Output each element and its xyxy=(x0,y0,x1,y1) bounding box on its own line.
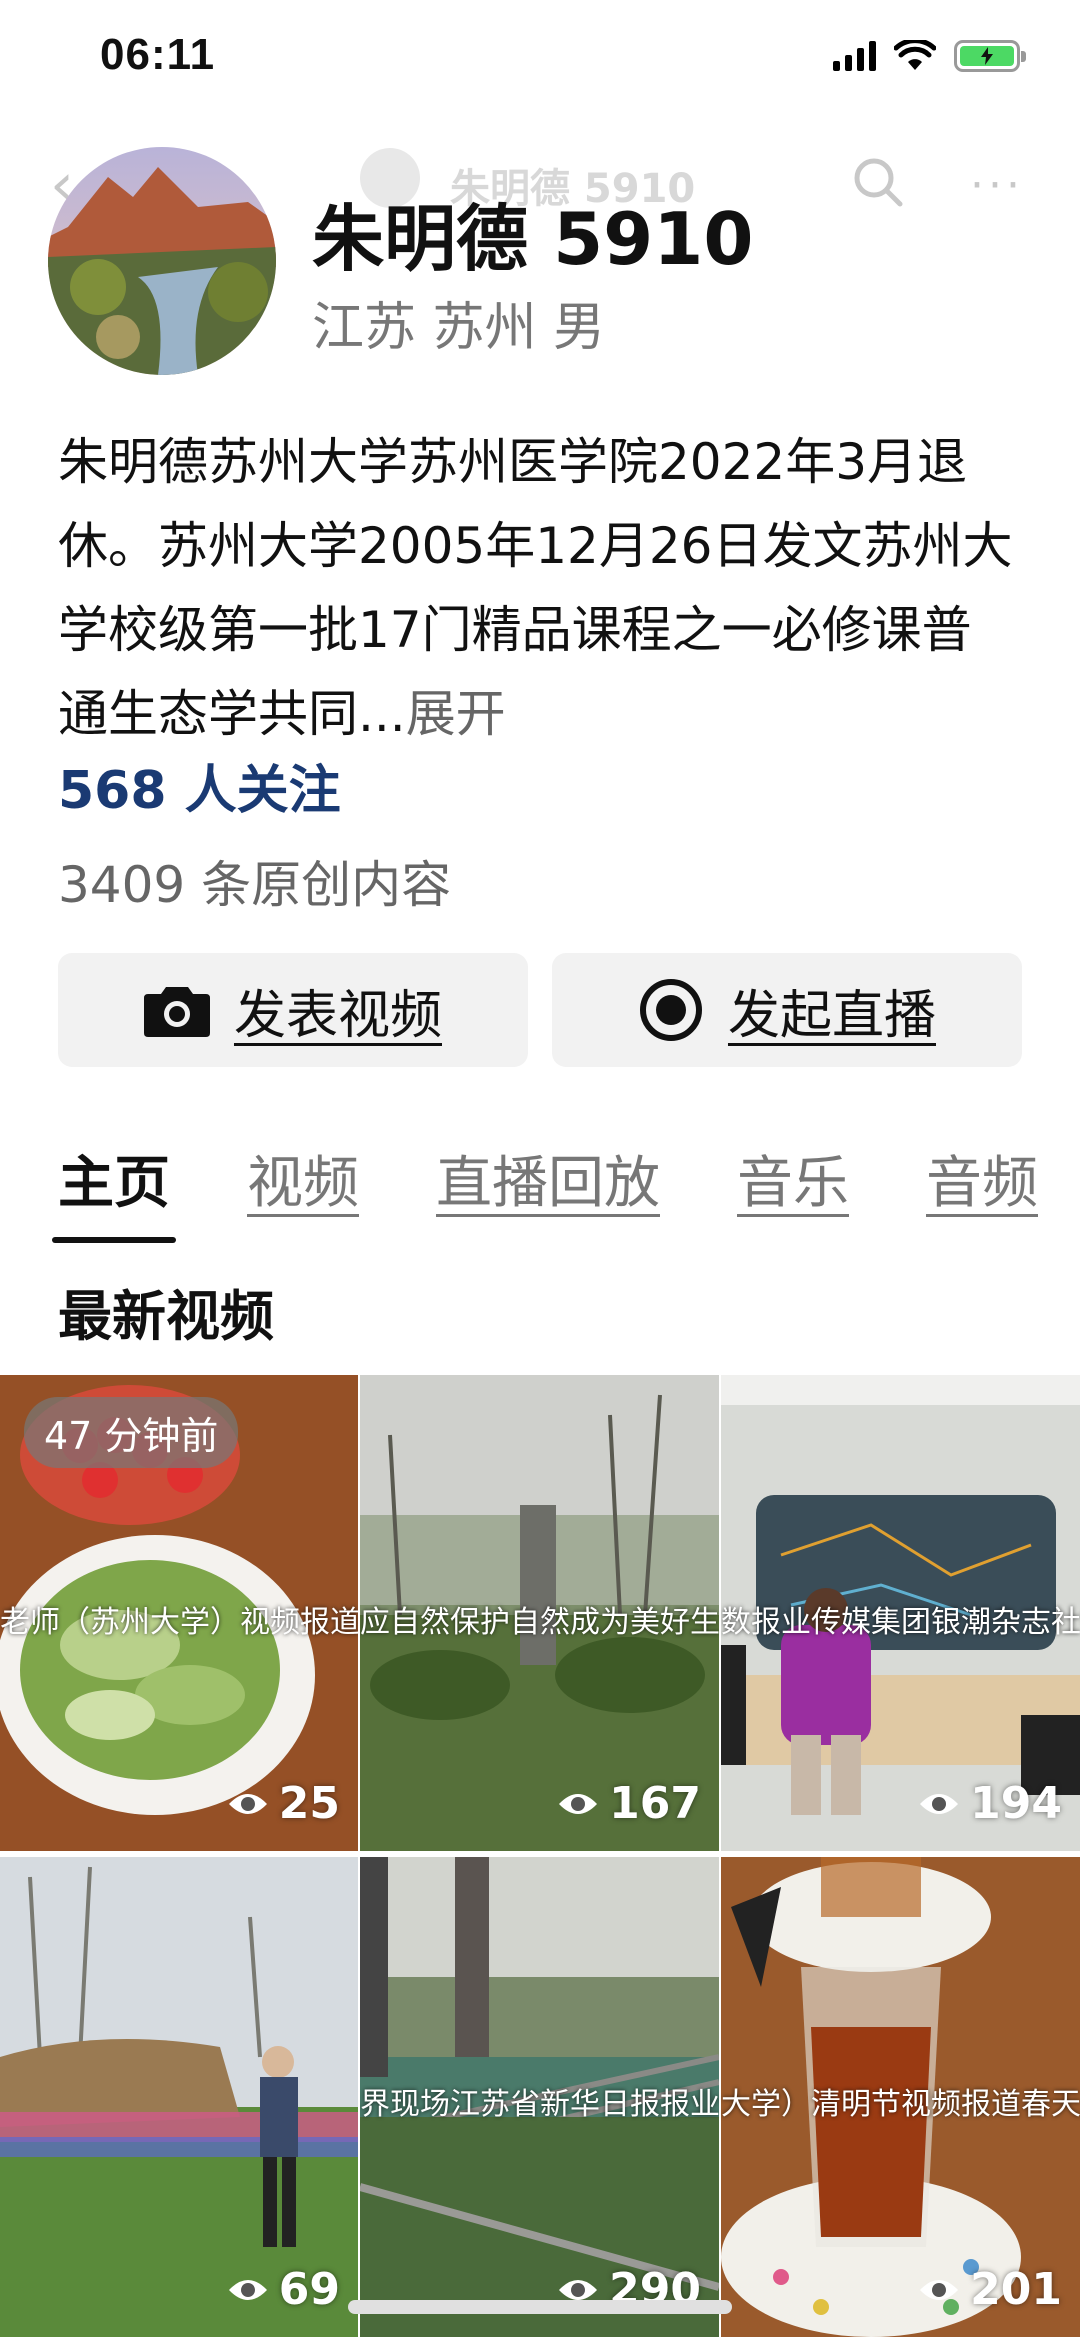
cellular-signal-icon xyxy=(833,41,876,71)
live-record-icon xyxy=(639,979,702,1041)
video-caption: 数报业传媒集团银潮杂志社银发说 xyxy=(721,1605,1080,1640)
eye-icon xyxy=(559,1793,598,1814)
eye-icon xyxy=(920,1793,959,1814)
view-count-value: 69 xyxy=(278,2264,340,2315)
eye-icon xyxy=(228,2279,267,2300)
view-count-value: 25 xyxy=(278,1778,340,1829)
bio-text: 朱明德苏州大学苏州医学院2022年3月退休。苏州大学2005年12月26日发文苏… xyxy=(58,433,1013,743)
video-tile[interactable]: 数报业传媒集团银潮杂志社银发说 194 xyxy=(721,1375,1080,1851)
eye-icon xyxy=(920,2279,959,2300)
profile-tabs: 主页 视频 直播回放 音乐 音频 xyxy=(52,1138,1038,1243)
view-count: 194 xyxy=(918,1778,1062,1829)
profile-name: 朱明德 5910 xyxy=(312,197,754,281)
view-count: 201 xyxy=(918,2264,1062,2315)
view-count-value: 167 xyxy=(609,1778,701,1829)
original-content-count: 3409 条原创内容 xyxy=(58,856,452,914)
tab-audio[interactable]: 音频 xyxy=(926,1138,1038,1219)
video-caption: 大学）清明节视频报道春天重回 xyxy=(721,2087,1080,2122)
tab-music[interactable]: 音乐 xyxy=(737,1138,849,1219)
video-tile[interactable]: 界现场江苏省新华日报报业传媒 290 xyxy=(360,1857,719,2337)
start-live-button[interactable]: 发起直播 xyxy=(552,953,1022,1067)
video-tile[interactable]: 47 分钟前 老师（苏州大学）视频报道热情 25 xyxy=(0,1375,358,1851)
more-icon[interactable]: ··· xyxy=(970,160,1024,211)
video-tile[interactable]: 69 xyxy=(0,1857,358,2337)
eye-icon xyxy=(228,1793,267,1814)
video-grid: 47 分钟前 老师（苏州大学）视频报道热情 25 应自然保护自然成为美好生活向 … xyxy=(0,1375,1080,2337)
battery-icon xyxy=(954,40,1026,72)
post-video-label: 发表视频 xyxy=(233,985,442,1046)
tab-videos[interactable]: 视频 xyxy=(247,1138,359,1219)
camera-icon xyxy=(143,987,210,1037)
tab-live-replay[interactable]: 直播回放 xyxy=(436,1138,660,1219)
profile-location-gender: 江苏 苏州 男 xyxy=(312,298,606,358)
view-count: 69 xyxy=(227,2264,340,2315)
view-count-value: 194 xyxy=(970,1778,1062,1829)
status-icons xyxy=(833,40,1026,72)
post-video-button[interactable]: 发表视频 xyxy=(58,953,528,1067)
avatar[interactable] xyxy=(48,147,276,375)
tab-home[interactable]: 主页 xyxy=(52,1138,176,1243)
video-caption: 界现场江苏省新华日报报业传媒 xyxy=(360,2087,719,2122)
profile-bio: 朱明德苏州大学苏州医学院2022年3月退休。苏州大学2005年12月26日发文苏… xyxy=(58,420,1018,756)
view-count: 25 xyxy=(227,1778,340,1829)
video-tile[interactable]: 大学）清明节视频报道春天重回 201 xyxy=(721,1857,1080,2337)
status-bar: 06:11 xyxy=(0,0,1080,130)
video-caption: 应自然保护自然成为美好生活向 xyxy=(360,1605,719,1640)
followers-count[interactable]: 568 人关注 xyxy=(58,748,341,823)
video-caption: 老师（苏州大学）视频报道热情 xyxy=(0,1605,358,1640)
search-icon[interactable] xyxy=(850,154,906,210)
view-count: 167 xyxy=(557,1778,701,1829)
status-time: 06:11 xyxy=(100,30,216,79)
bio-expand-link[interactable]: 展开 xyxy=(406,685,506,743)
video-time-badge: 47 分钟前 xyxy=(24,1397,239,1468)
start-live-label: 发起直播 xyxy=(727,985,936,1046)
video-tile[interactable]: 应自然保护自然成为美好生活向 167 xyxy=(360,1375,719,1851)
home-indicator[interactable] xyxy=(348,2300,732,2314)
view-count-value: 201 xyxy=(970,2264,1062,2315)
section-title-latest-videos: 最新视频 xyxy=(58,1285,274,1348)
wifi-icon xyxy=(894,40,936,70)
